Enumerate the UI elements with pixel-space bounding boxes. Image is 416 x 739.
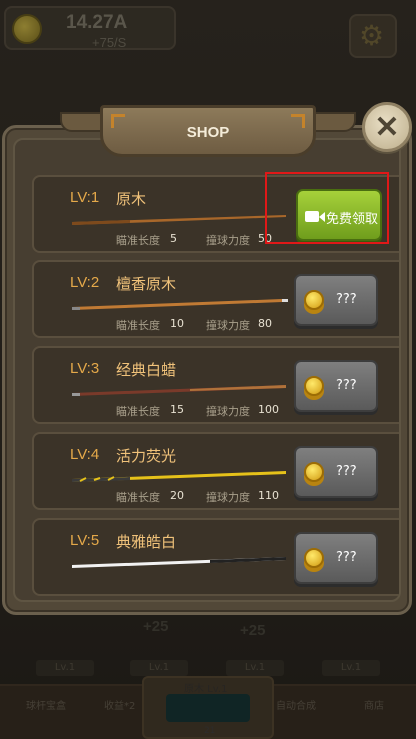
buy-item-button[interactable]: ??? [294, 360, 378, 412]
hit-power-label: 撞球力度 [206, 491, 250, 504]
cue-stick-image [72, 299, 288, 310]
item-level: LV:5 [70, 532, 100, 549]
item-name: 活力荧光 [116, 447, 177, 465]
hit-power-label: 撞球力度 [206, 234, 250, 247]
close-icon: ✕ [374, 111, 400, 144]
cue-stick-image [72, 471, 286, 482]
item-level: LV:2 [70, 274, 100, 291]
buy-item-button[interactable]: ??? [294, 274, 378, 326]
cue-stick-image [72, 557, 286, 568]
aim-length-label: 瞄准长度 [116, 234, 160, 247]
aim-length-value: 15 [170, 403, 184, 416]
item-price: ??? [336, 292, 357, 307]
coin-icon [304, 548, 324, 568]
buy-item-button[interactable]: ??? [294, 446, 378, 498]
item-name: 典雅皓白 [116, 533, 177, 551]
item-name: 经典白蜡 [116, 361, 177, 379]
close-button[interactable]: ✕ [362, 102, 412, 152]
shop-item: LV:3 经典白蜡 瞄准长度 15 撞球力度 100 ??? [32, 346, 399, 424]
aim-length-label: 瞄准长度 [116, 491, 160, 504]
shop-title-banner: SHOP [100, 105, 316, 157]
coin-icon [304, 462, 324, 482]
hit-power-value: 80 [258, 317, 272, 330]
aim-length-value: 5 [170, 232, 177, 245]
aim-length-value: 20 [170, 489, 184, 502]
item-name: 檀香原木 [116, 275, 177, 293]
hit-power-label: 撞球力度 [206, 405, 250, 418]
coin-icon [304, 376, 324, 396]
coin-icon [304, 290, 324, 310]
cue-stick-image [72, 385, 286, 396]
aim-length-label: 瞄准长度 [116, 319, 160, 332]
aim-length-value: 10 [170, 317, 184, 330]
item-level: LV:4 [70, 446, 100, 463]
item-price: ??? [336, 464, 357, 479]
item-price: ??? [336, 378, 357, 393]
item-level: LV:3 [70, 360, 100, 377]
item-level: LV:1 [70, 189, 100, 206]
buy-item-button[interactable]: ??? [294, 532, 378, 584]
aim-length-label: 瞄准长度 [116, 405, 160, 418]
shop-item: LV:4 活力荧光 瞄准长度 20 撞球力度 110 ??? [32, 432, 399, 510]
hit-power-label: 撞球力度 [206, 319, 250, 332]
hit-power-value: 110 [258, 489, 279, 502]
item-name: 原木 [116, 190, 147, 208]
item-price: ??? [336, 550, 357, 565]
shop-item: LV:5 典雅皓白 ??? [32, 518, 399, 596]
cue-stick-image [72, 215, 286, 225]
shop-title: SHOP [186, 124, 230, 141]
hit-power-value: 100 [258, 403, 279, 416]
shop-item: LV:2 檀香原木 瞄准长度 10 撞球力度 80 ??? [32, 260, 399, 338]
highlight-box [265, 172, 389, 244]
